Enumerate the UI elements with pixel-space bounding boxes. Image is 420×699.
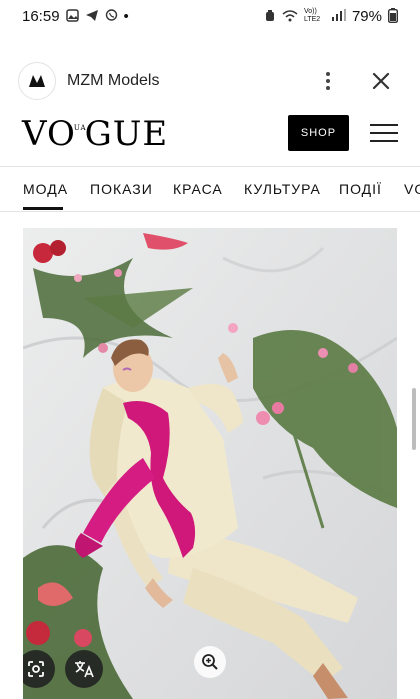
network-label: Vo)) LTE2 — [303, 8, 321, 23]
vogue-logo-ua: UA — [73, 124, 87, 132]
viber-icon — [105, 8, 118, 24]
article-photo[interactable] — [23, 228, 397, 699]
nav-item-krasa[interactable]: КРАСА — [173, 181, 223, 197]
alarm-icon — [264, 9, 276, 24]
shop-button[interactable]: SHOP — [288, 115, 349, 151]
custom-tab-header: MZM Models — [0, 50, 420, 112]
nav-item-kultura[interactable]: КУЛЬТУРА — [244, 181, 321, 197]
signal-icon — [331, 9, 346, 23]
nav-item-moda[interactable]: МОДА — [23, 181, 68, 197]
battery-percent: 79% — [351, 7, 382, 25]
scrollbar-thumb[interactable] — [412, 388, 416, 450]
vogue-header: VOUAGUE SHOP — [0, 112, 420, 164]
close-icon[interactable] — [368, 68, 394, 94]
more-vert-icon[interactable] — [318, 66, 338, 96]
wifi-icon — [282, 9, 298, 24]
translate-icon[interactable] — [65, 650, 103, 688]
gallery-icon — [65, 8, 79, 24]
fashion-photo-illustration — [23, 228, 397, 699]
telegram-icon — [85, 9, 99, 24]
category-nav: МОДА ПОКАЗИ КРАСА КУЛЬТУРА ПОДІЇ VO — [0, 167, 420, 211]
active-tab-indicator — [23, 207, 63, 210]
nav-item-more[interactable]: VO — [404, 181, 420, 197]
app-title: MZM Models — [67, 72, 160, 89]
nav-item-pokazy[interactable]: ПОКАЗИ — [90, 181, 153, 197]
battery-icon — [387, 7, 399, 25]
vogue-logo-right: GUE — [84, 114, 169, 154]
hamburger-menu-icon[interactable] — [370, 124, 398, 142]
divider — [0, 211, 420, 212]
vogue-logo-left: VO — [22, 114, 76, 154]
notification-dot: • — [123, 7, 129, 25]
nav-item-podii[interactable]: ПОДІЇ — [339, 181, 382, 197]
status-bar: 16:59 • Vo)) LTE2 79% — [0, 0, 420, 32]
vogue-logo[interactable]: VOUAGUE — [22, 114, 168, 154]
clock: 16:59 — [22, 7, 60, 25]
zoom-in-icon[interactable] — [194, 646, 226, 678]
mzm-logo-icon — [18, 62, 56, 100]
